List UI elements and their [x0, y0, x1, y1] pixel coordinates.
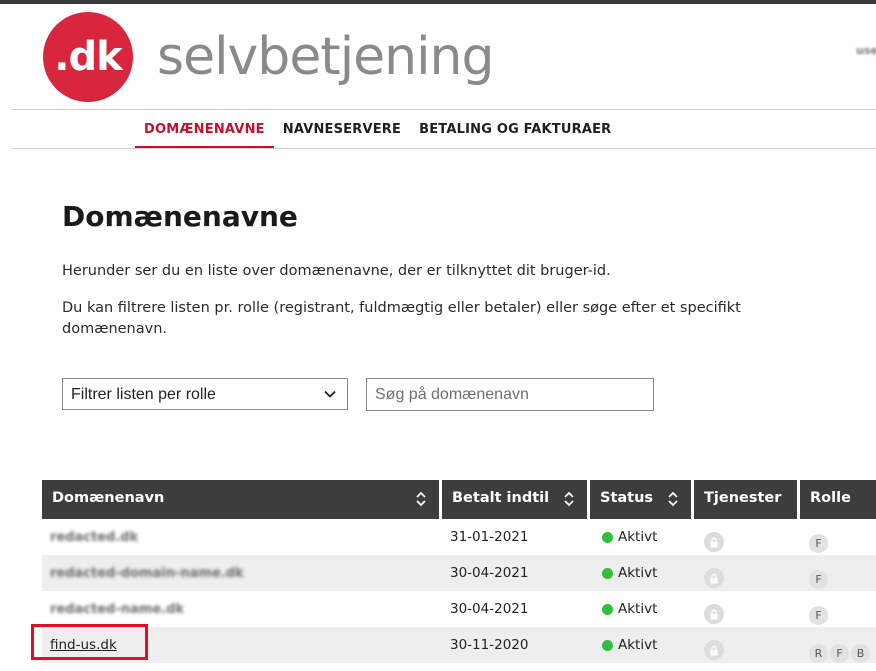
table-row: redacted.dk 31-01-2021 Aktivt F — [42, 519, 876, 555]
domain-link-redacted[interactable]: redacted.dk — [50, 530, 138, 545]
intro-text: Herunder ser du en liste over domænenavn… — [62, 263, 611, 279]
role-badge-f: F — [809, 533, 828, 553]
logo-text: .dk — [54, 34, 122, 80]
status-label: Aktivt — [618, 601, 658, 617]
status-active-icon — [602, 531, 613, 543]
status-active-icon — [602, 567, 613, 579]
status-cell: Aktivt — [602, 555, 657, 591]
page-title: Domænenavne — [62, 200, 298, 233]
column-header-role: Rolle — [800, 480, 876, 519]
sort-icon — [415, 491, 427, 511]
column-header-status-label: Status — [600, 490, 654, 506]
paid-until-value: 30-04-2021 — [450, 565, 529, 581]
user-id-redacted[interactable]: user-id — [856, 44, 876, 57]
header-divider — [12, 109, 876, 110]
column-header-status[interactable]: Status — [590, 480, 691, 519]
filter-help-text: Du kan filtrere listen pr. rolle (regist… — [62, 300, 741, 337]
table-row: redacted-name.dk 30-04-2021 Aktivt F — [42, 591, 876, 627]
chevron-down-icon — [323, 387, 337, 406]
status-active-icon — [602, 603, 613, 615]
table-row: find-us.dk 30-11-2020 Aktivt R F B — [42, 627, 876, 663]
column-header-paid-until-label: Betalt indtil — [452, 490, 550, 506]
app-title: selvbetjening — [157, 27, 495, 87]
highlight-box — [31, 624, 148, 660]
lock-icon[interactable] — [704, 640, 724, 660]
status-cell: Aktivt — [602, 627, 657, 663]
column-header-role-label: Rolle — [810, 490, 851, 506]
dk-logo[interactable]: .dk — [43, 12, 133, 102]
role-filter-value: Filtrer listen per rolle — [71, 386, 216, 403]
table-row: redacted-domain-name.dk 30-04-2021 Aktiv… — [42, 555, 876, 591]
lock-icon[interactable] — [704, 604, 724, 624]
status-label: Aktivt — [618, 637, 658, 653]
column-header-services: Tjenester — [694, 480, 797, 519]
nav-item-domaenenavne[interactable]: DOMÆNENAVNE — [135, 112, 274, 148]
nav-divider — [12, 148, 876, 149]
status-label: Aktivt — [618, 565, 658, 581]
sort-icon — [563, 491, 575, 511]
column-header-domain-label: Domænenavn — [52, 490, 165, 506]
status-active-icon — [602, 639, 613, 651]
role-badge-f: F — [809, 569, 828, 589]
domain-link-redacted[interactable]: redacted-name.dk — [50, 602, 184, 617]
role-badge-b: B — [851, 643, 870, 663]
nav-item-betaling[interactable]: BETALING OG FAKTURAER — [410, 112, 620, 148]
nav-item-navneservere[interactable]: NAVNESERVERE — [274, 112, 410, 148]
status-label: Aktivt — [618, 529, 658, 545]
paid-until-value: 30-04-2021 — [450, 601, 529, 617]
column-header-paid-until[interactable]: Betalt indtil — [442, 480, 587, 519]
status-cell: Aktivt — [602, 591, 657, 627]
main-nav: DOMÆNENAVNE NAVNESERVERE BETALING OG FAK… — [135, 112, 620, 148]
role-filter-select[interactable]: Filtrer listen per rolle — [62, 378, 348, 410]
role-badge-r: R — [809, 643, 828, 663]
paid-until-value: 30-11-2020 — [450, 637, 529, 653]
domain-link-redacted[interactable]: redacted-domain-name.dk — [50, 566, 244, 581]
domain-search-input[interactable] — [366, 378, 654, 411]
lock-icon[interactable] — [704, 532, 724, 552]
lock-icon[interactable] — [704, 568, 724, 588]
status-cell: Aktivt — [602, 519, 657, 555]
top-bar — [0, 0, 876, 4]
sort-icon — [667, 491, 679, 511]
role-badge-f: F — [830, 643, 849, 663]
column-header-services-label: Tjenester — [704, 490, 782, 506]
paid-until-value: 31-01-2021 — [450, 529, 529, 545]
role-badge-f: F — [809, 605, 828, 625]
column-header-domain[interactable]: Domænenavn — [42, 480, 439, 519]
